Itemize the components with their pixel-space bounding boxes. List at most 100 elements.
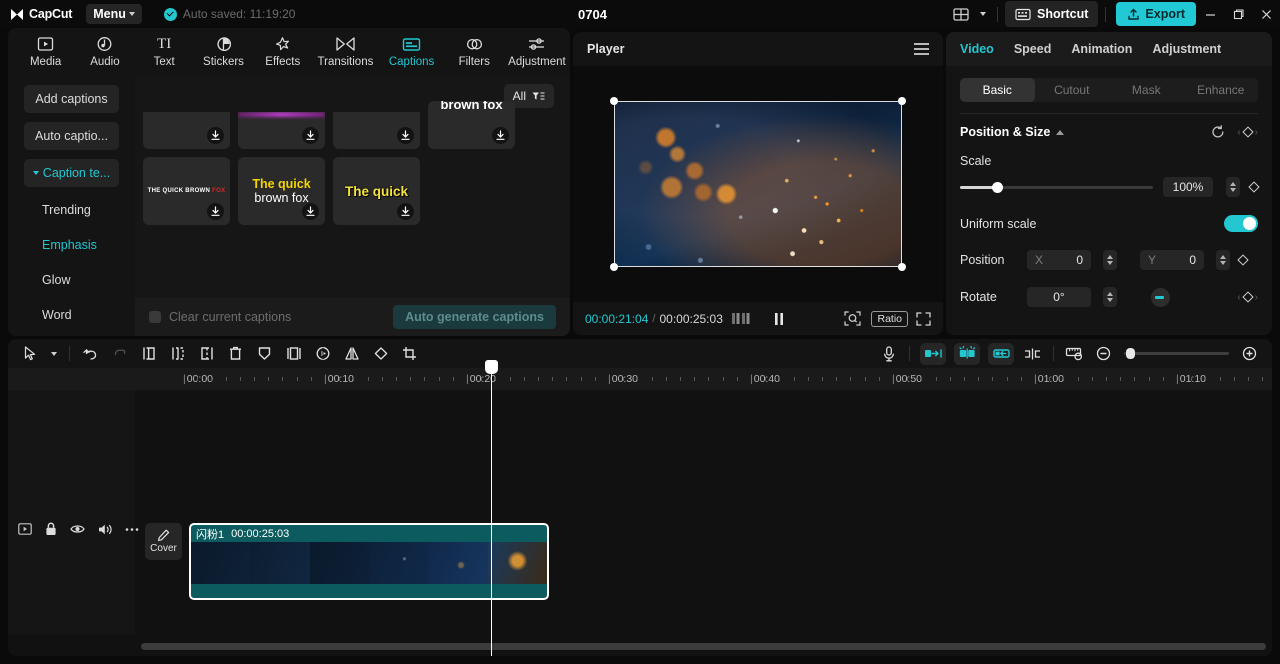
volume-icon[interactable]	[98, 523, 112, 536]
track-preview-icon[interactable]	[18, 523, 32, 535]
timeline-zoom-slider[interactable]	[1124, 348, 1229, 359]
position-x-input[interactable]: X 0	[1027, 250, 1091, 270]
keyframe-next-icon[interactable]: ›	[1255, 127, 1258, 138]
minimize-button[interactable]	[1196, 0, 1224, 28]
shortcut-button[interactable]: Shortcut	[1005, 1, 1099, 27]
mask-icon[interactable]	[250, 342, 279, 366]
microphone-icon[interactable]	[874, 342, 903, 366]
download-icon[interactable]	[397, 127, 414, 144]
scale-slider[interactable]	[960, 181, 1153, 193]
timeline-clip[interactable]: 闪粉1 00:00:25:03	[189, 523, 549, 600]
keyframe-next-icon[interactable]: ›	[1255, 292, 1258, 303]
download-icon[interactable]	[397, 203, 414, 220]
sidebar-item-auto-captions[interactable]: Auto captio...	[24, 122, 119, 150]
cover-button[interactable]: Cover	[145, 523, 182, 560]
keyframe-icon[interactable]	[1248, 181, 1260, 193]
delete-icon[interactable]	[221, 342, 250, 366]
resize-handle-br[interactable]	[898, 263, 906, 271]
frames-icon[interactable]	[731, 312, 751, 325]
crop-frame-icon[interactable]	[279, 342, 308, 366]
select-icon[interactable]	[16, 342, 45, 366]
magnify-icon[interactable]	[844, 311, 862, 326]
sidebar-item-glow[interactable]: Glow	[24, 266, 119, 294]
crop-icon[interactable]	[395, 342, 424, 366]
caption-template-card[interactable]: The quick	[333, 157, 420, 225]
ruler-icon[interactable]	[1060, 342, 1089, 366]
reset-icon[interactable]	[1211, 125, 1225, 139]
position-x-stepper[interactable]	[1103, 250, 1117, 270]
split-icon[interactable]	[134, 342, 163, 366]
scale-stepper[interactable]	[1226, 177, 1240, 197]
download-icon[interactable]	[302, 203, 319, 220]
caption-template-card[interactable]	[238, 112, 325, 149]
maximize-button[interactable]	[1224, 0, 1252, 28]
rotate-stepper[interactable]	[1103, 287, 1117, 307]
tab-animation[interactable]: Animation	[1071, 42, 1132, 56]
magnetic-icon[interactable]	[954, 342, 980, 365]
rotate-dial[interactable]	[1151, 287, 1170, 307]
chevron-down-icon[interactable]	[45, 342, 63, 366]
caption-template-card[interactable]	[143, 112, 230, 149]
keyframe-control[interactable]: ‹ ›	[1237, 126, 1258, 138]
tab-adjustment-right[interactable]: Adjustment	[1152, 42, 1221, 56]
rotate-icon[interactable]	[366, 342, 395, 366]
download-icon[interactable]	[207, 203, 224, 220]
resize-handle-tr[interactable]	[898, 97, 906, 105]
scale-slider-knob[interactable]	[991, 181, 1003, 193]
resize-handle-tl[interactable]	[610, 97, 618, 105]
position-keyframe[interactable]	[1237, 254, 1249, 266]
subtab-enhance[interactable]: Enhance	[1184, 78, 1259, 102]
tab-media[interactable]: Media	[16, 29, 75, 75]
tab-filters[interactable]: Filters	[445, 29, 504, 75]
clear-captions-checkbox[interactable]	[149, 311, 161, 323]
ratio-button[interactable]: Ratio	[871, 310, 908, 327]
trim-right-icon[interactable]	[192, 342, 221, 366]
rotate-keyframe[interactable]: ‹ ›	[1237, 291, 1258, 303]
keyframe-prev-icon[interactable]: ‹	[1237, 127, 1240, 138]
position-y-stepper[interactable]	[1216, 250, 1230, 270]
tab-transitions[interactable]: Transitions	[312, 29, 378, 75]
layout-icon[interactable]	[946, 2, 976, 26]
more-icon[interactable]	[125, 527, 139, 532]
tab-captions[interactable]: Captions	[379, 29, 445, 75]
tab-text[interactable]: TI Text	[135, 29, 194, 75]
pause-button[interactable]	[773, 312, 785, 326]
keyframe-circle-icon[interactable]	[308, 342, 337, 366]
tab-audio[interactable]: Audio	[75, 29, 134, 75]
sidebar-item-caption-templates[interactable]: Caption te...	[24, 159, 119, 187]
playhead-handle[interactable]	[485, 360, 498, 374]
keyframe-icon[interactable]	[1241, 291, 1254, 303]
tab-adjustment[interactable]: Adjustment	[504, 29, 570, 75]
auto-cut-right-icon[interactable]	[988, 342, 1014, 365]
caption-template-card[interactable]: THE QUICK BROWN FOX	[143, 157, 230, 225]
scale-value-input[interactable]: 100%	[1163, 177, 1213, 197]
sidebar-item-trending[interactable]: Trending	[24, 196, 119, 224]
subtab-cutout[interactable]: Cutout	[1035, 78, 1110, 102]
tab-speed[interactable]: Speed	[1014, 42, 1052, 56]
keyframe-icon[interactable]	[1237, 254, 1249, 266]
scale-keyframe[interactable]	[1248, 181, 1260, 193]
redo-icon[interactable]	[105, 342, 134, 366]
hamburger-icon[interactable]	[914, 43, 929, 55]
sidebar-item-emphasis[interactable]: Emphasis	[24, 231, 119, 259]
trim-left-icon[interactable]	[163, 342, 192, 366]
zoom-slider-knob[interactable]	[1126, 348, 1135, 359]
tab-video[interactable]: Video	[960, 42, 994, 56]
timeline-ruler[interactable]: 00:00 00:10 00:20 00:30 00:40 00:50 01:0…	[8, 368, 1272, 390]
chevron-up-icon[interactable]	[1056, 129, 1065, 135]
menu-button[interactable]: Menu	[86, 4, 142, 24]
rotate-input[interactable]: 0°	[1027, 287, 1091, 307]
undo-icon[interactable]	[76, 342, 105, 366]
sidebar-item-add-captions[interactable]: Add captions	[24, 85, 119, 113]
caption-template-card[interactable]: brown fox	[428, 101, 515, 149]
tab-stickers[interactable]: Stickers	[194, 29, 253, 75]
zoom-in-icon[interactable]	[1235, 342, 1264, 366]
position-y-input[interactable]: Y 0	[1140, 250, 1204, 270]
download-icon[interactable]	[207, 127, 224, 144]
timeline-horizontal-scrollbar[interactable]	[141, 643, 1266, 650]
eye-icon[interactable]	[70, 523, 85, 535]
export-button[interactable]: Export	[1116, 2, 1196, 26]
caption-template-card[interactable]: The quick brown fox	[238, 157, 325, 225]
keyframe-prev-icon[interactable]: ‹	[1237, 292, 1240, 303]
fullscreen-icon[interactable]	[916, 311, 931, 326]
